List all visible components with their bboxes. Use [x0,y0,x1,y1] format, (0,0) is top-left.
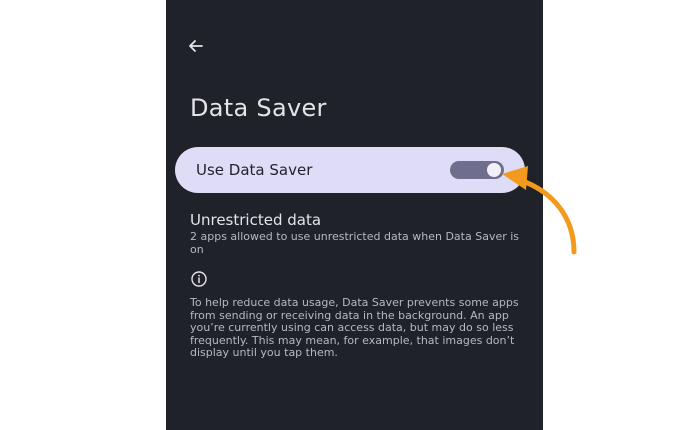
info-icon [190,270,208,288]
page-title: Data Saver [190,94,327,122]
back-button[interactable] [186,36,206,56]
use-data-saver-label: Use Data Saver [196,161,313,179]
unrestricted-data-title[interactable]: Unrestricted data [190,211,321,229]
curved-arrow-icon [502,166,577,255]
arrow-left-icon [189,40,203,52]
data-saver-description: To help reduce data usage, Data Saver pr… [190,296,519,359]
unrestricted-data-subtitle: 2 apps allowed to use unrestricted data … [190,230,520,256]
